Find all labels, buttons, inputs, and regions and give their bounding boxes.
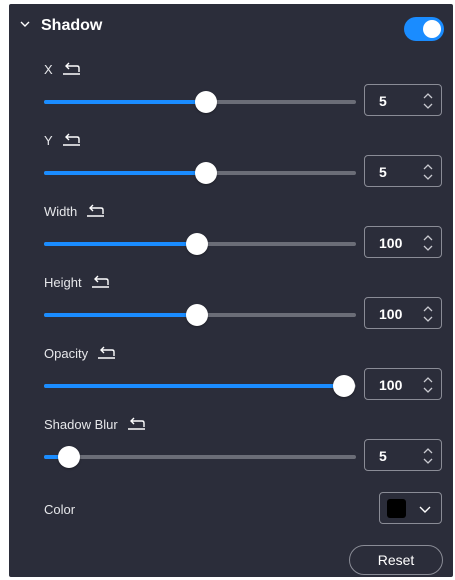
undo-icon[interactable] [61,62,81,76]
opacity-slider[interactable] [44,375,356,397]
shadow-blur-value: 5 [379,448,387,464]
width-value: 100 [379,235,403,251]
width-slider-fill [44,242,197,246]
control-row-y: Y 5 [9,132,453,202]
x-slider[interactable] [44,91,356,113]
control-row-width: Width 100 [9,203,453,273]
control-row-x: X 5 [9,61,453,131]
undo-icon[interactable] [90,275,110,289]
x-value: 5 [379,93,387,109]
height-value: 100 [379,306,403,322]
spinner-arrows-icon[interactable] [423,445,433,467]
chevron-down-icon[interactable] [20,19,30,29]
width-slider[interactable] [44,233,356,255]
spinner-arrows-icon[interactable] [423,90,433,112]
control-row-shadow-blur: Shadow Blur 5 [9,416,453,486]
color-label: Color [44,502,76,517]
y-slider[interactable] [44,162,356,184]
opacity-slider-fill [44,384,344,388]
control-label-y: Y [44,132,53,148]
undo-icon[interactable] [85,204,105,218]
y-number-input[interactable]: 5 [364,155,442,187]
height-slider[interactable] [44,304,356,326]
shadow-blur-slider-thumb[interactable] [57,446,80,468]
panel-title: Shadow [41,17,103,34]
shadow-panel: Shadow X 5 Y 5 Width 100 Height 100 Opac… [9,4,453,577]
toggle-knob [423,20,441,38]
y-slider-fill [44,171,207,175]
height-slider-thumb[interactable] [185,304,208,326]
control-row-height: Height 100 [9,274,453,344]
shadow-blur-number-input[interactable]: 5 [364,439,442,471]
color-picker-button[interactable] [379,492,442,524]
color-row: Color [9,490,453,530]
shadow-blur-slider[interactable] [44,446,356,468]
spinner-arrows-icon[interactable] [423,374,433,396]
x-slider-thumb[interactable] [195,91,218,113]
opacity-value: 100 [379,377,403,393]
opacity-number-input[interactable]: 100 [364,368,442,400]
undo-icon[interactable] [96,346,116,360]
control-label-opacity: Opacity [44,345,89,361]
opacity-slider-thumb[interactable] [332,375,355,397]
control-row-opacity: Opacity 100 [9,345,453,415]
x-number-input[interactable]: 5 [364,84,442,116]
spinner-arrows-icon[interactable] [423,232,433,254]
reset-button[interactable]: Reset [349,545,443,575]
width-slider-thumb[interactable] [185,233,208,255]
undo-icon[interactable] [61,133,81,147]
height-slider-fill [44,313,197,317]
control-label-width: Width [44,203,78,219]
width-number-input[interactable]: 100 [364,226,442,258]
undo-icon[interactable] [126,417,146,431]
y-slider-thumb[interactable] [195,162,218,184]
shadow-toggle[interactable] [404,17,444,41]
y-value: 5 [379,164,387,180]
x-slider-fill [44,100,207,104]
color-swatch [387,499,406,518]
control-label-height: Height [44,274,82,290]
control-label-shadow-blur: Shadow Blur [44,416,118,432]
spinner-arrows-icon[interactable] [423,161,433,183]
spinner-arrows-icon[interactable] [423,303,433,325]
chevron-down-icon [419,506,431,513]
height-number-input[interactable]: 100 [364,297,442,329]
panel-header[interactable]: Shadow [9,4,453,48]
control-label-x: X [44,61,53,77]
